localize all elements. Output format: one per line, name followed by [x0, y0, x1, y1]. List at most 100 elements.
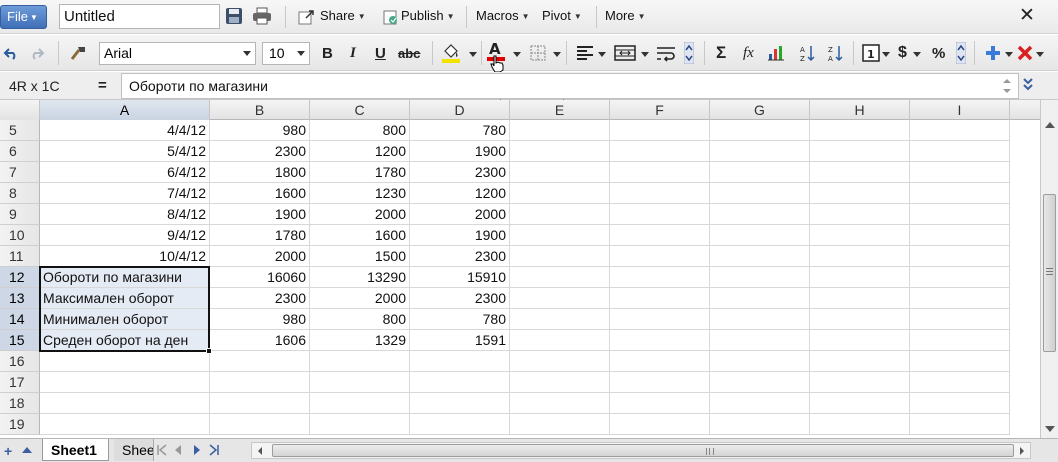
cell-e19[interactable]	[510, 414, 610, 435]
cell-f19[interactable]	[610, 414, 710, 435]
cell-a12[interactable]: Обороти по магазини	[40, 267, 210, 288]
cell-f17[interactable]	[610, 372, 710, 393]
cell-a7[interactable]: 6/4/12	[40, 162, 210, 183]
cell-d10[interactable]: 1900	[410, 225, 510, 246]
cell-b14[interactable]: 980	[210, 309, 310, 330]
underline-button[interactable]: U	[375, 45, 386, 62]
cell-c9[interactable]: 2000	[310, 204, 410, 225]
cell-h16[interactable]	[810, 351, 910, 372]
cell-g12[interactable]	[710, 267, 810, 288]
cell-d14[interactable]: 780	[410, 309, 510, 330]
row-header[interactable]: 7	[0, 162, 40, 183]
share-menu[interactable]: Share ▼	[320, 8, 366, 23]
cell-a6[interactable]: 5/4/12	[40, 141, 210, 162]
scroll-prev-sheet-icon[interactable]	[172, 443, 184, 457]
sort-ascending-icon[interactable]: AZ	[798, 43, 818, 63]
cell-d9[interactable]: 2000	[410, 204, 510, 225]
strikethrough-button[interactable]: abc	[398, 46, 420, 61]
cell-g7[interactable]	[710, 162, 810, 183]
row-header[interactable]: 16	[0, 351, 40, 372]
cell-e11[interactable]	[510, 246, 610, 267]
column-header-d[interactable]: D	[410, 100, 510, 120]
cell-g19[interactable]	[710, 414, 810, 435]
cell-d17[interactable]	[410, 372, 510, 393]
more-menu[interactable]: More ▼	[605, 8, 646, 23]
expand-formula-icon[interactable]	[1022, 77, 1034, 94]
formula-scroll-icon[interactable]	[1000, 75, 1014, 97]
cell-i15[interactable]	[910, 330, 1010, 351]
add-sheet-icon[interactable]: +	[4, 443, 12, 459]
cell-a8[interactable]: 7/4/12	[40, 183, 210, 204]
cell-a5[interactable]: 4/4/12	[40, 120, 210, 141]
cell-a10[interactable]: 9/4/12	[40, 225, 210, 246]
cell-g10[interactable]	[710, 225, 810, 246]
chevron-down-icon[interactable]	[1036, 52, 1044, 57]
sheet-list-icon[interactable]	[22, 447, 32, 453]
chevron-down-icon[interactable]	[882, 52, 890, 57]
row-header[interactable]: 11	[0, 246, 40, 267]
cell-g15[interactable]	[710, 330, 810, 351]
borders-icon[interactable]	[528, 43, 548, 63]
publish-menu[interactable]: Publish ▼	[401, 8, 455, 23]
cell-g16[interactable]	[710, 351, 810, 372]
cell-b13[interactable]: 2300	[210, 288, 310, 309]
cell-a13[interactable]: Максимален оборот	[40, 288, 210, 309]
cell-f15[interactable]	[610, 330, 710, 351]
cell-f9[interactable]	[610, 204, 710, 225]
cell-g5[interactable]	[710, 120, 810, 141]
column-header-b[interactable]: B	[210, 100, 310, 120]
cell-c7[interactable]: 1780	[310, 162, 410, 183]
cell-b15[interactable]: 1606	[210, 330, 310, 351]
horizontal-scrollbar[interactable]	[251, 442, 1031, 459]
cell-c12[interactable]: 13290	[310, 267, 410, 288]
select-all-corner[interactable]	[0, 100, 40, 120]
chevron-down-icon[interactable]	[1005, 52, 1013, 57]
cell-e12[interactable]	[510, 267, 610, 288]
cell-h18[interactable]	[810, 393, 910, 414]
cell-c5[interactable]: 800	[310, 120, 410, 141]
sort-descending-icon[interactable]: ZA	[826, 43, 846, 63]
column-header-a[interactable]: A	[40, 100, 210, 120]
row-header[interactable]: 10	[0, 225, 40, 246]
scroll-next-sheet-icon[interactable]	[191, 443, 203, 457]
cell-i14[interactable]	[910, 309, 1010, 330]
chart-icon[interactable]	[766, 43, 786, 63]
cell-f13[interactable]	[610, 288, 710, 309]
cell-f8[interactable]	[610, 183, 710, 204]
cell-f16[interactable]	[610, 351, 710, 372]
chevron-down-icon[interactable]	[553, 52, 561, 57]
cell-e14[interactable]	[510, 309, 610, 330]
horizontal-scroll-thumb[interactable]	[272, 444, 1014, 457]
macros-menu[interactable]: Macros ▼	[476, 8, 530, 23]
cell-g11[interactable]	[710, 246, 810, 267]
cell-i18[interactable]	[910, 393, 1010, 414]
undo-icon[interactable]	[2, 44, 20, 62]
save-icon[interactable]	[224, 6, 244, 26]
cell-e17[interactable]	[510, 372, 610, 393]
cell-b11[interactable]: 2000	[210, 246, 310, 267]
cell-b6[interactable]: 2300	[210, 141, 310, 162]
cell-h8[interactable]	[810, 183, 910, 204]
cell-e9[interactable]	[510, 204, 610, 225]
fill-color-icon[interactable]	[440, 41, 462, 65]
cell-e18[interactable]	[510, 393, 610, 414]
cell-c8[interactable]: 1230	[310, 183, 410, 204]
cell-g13[interactable]	[710, 288, 810, 309]
chevron-down-icon[interactable]	[598, 52, 606, 57]
cell-i10[interactable]	[910, 225, 1010, 246]
row-header[interactable]: 14	[0, 309, 40, 330]
cell-c17[interactable]	[310, 372, 410, 393]
cell-a19[interactable]	[40, 414, 210, 435]
file-menu-button[interactable]: File ▼	[0, 5, 47, 29]
overflow-spinner-icon[interactable]	[683, 41, 695, 65]
row-header[interactable]: 12	[0, 267, 40, 288]
cell-d13[interactable]: 2300	[410, 288, 510, 309]
cell-i7[interactable]	[910, 162, 1010, 183]
cell-a15[interactable]: Среден оборот на ден	[40, 330, 210, 351]
cell-h12[interactable]	[810, 267, 910, 288]
cell-b9[interactable]: 1900	[210, 204, 310, 225]
cell-g9[interactable]	[710, 204, 810, 225]
cell-h19[interactable]	[810, 414, 910, 435]
scroll-up-icon[interactable]	[1045, 122, 1055, 128]
sheet-tab-sheet2[interactable]: Sheet2	[114, 439, 154, 461]
